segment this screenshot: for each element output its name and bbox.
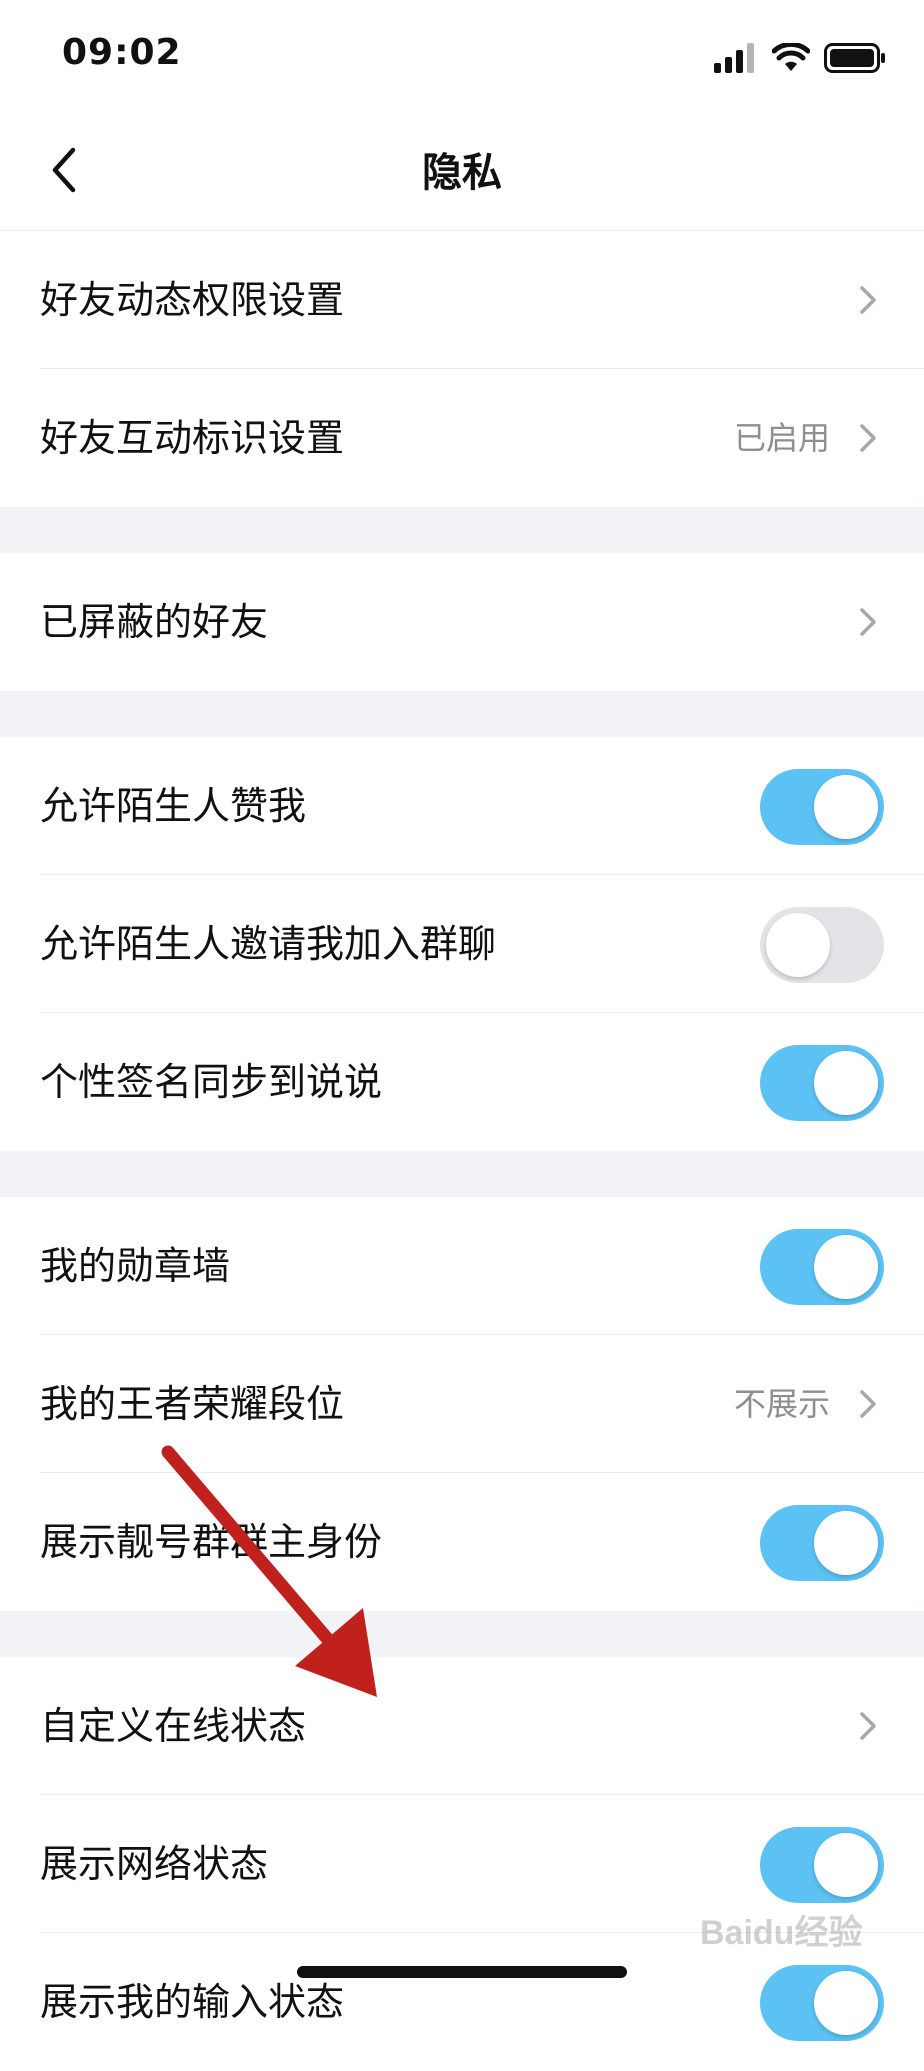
sync-signature-toggle[interactable] bbox=[760, 1045, 884, 1121]
row-label: 展示我的输入状态 bbox=[40, 1980, 345, 2024]
row-label: 允许陌生人邀请我加入群聊 bbox=[40, 922, 497, 966]
row-honor-of-kings-rank[interactable]: 我的王者荣耀段位 不展示 bbox=[0, 1335, 924, 1473]
row-label: 展示网络状态 bbox=[40, 1842, 269, 1886]
status-time: 09:02 bbox=[62, 32, 182, 73]
section-gap bbox=[0, 1151, 924, 1197]
network-status-toggle[interactable] bbox=[760, 1827, 884, 1903]
section-gap bbox=[0, 691, 924, 737]
chevron-right-icon bbox=[860, 424, 876, 452]
row-badge-wall: 我的勋章墙 bbox=[0, 1197, 924, 1335]
row-label: 我的王者荣耀段位 bbox=[40, 1382, 345, 1426]
chevron-right-icon bbox=[860, 608, 876, 636]
row-label: 自定义在线状态 bbox=[40, 1704, 307, 1748]
home-indicator[interactable] bbox=[297, 1966, 627, 1978]
row-show-vip-group-owner: 展示靓号群群主身份 bbox=[0, 1473, 924, 1611]
toggle-knob bbox=[814, 1511, 878, 1575]
status-bar: 09:02 bbox=[0, 0, 924, 110]
row-friend-feed-permissions[interactable]: 好友动态权限设置 bbox=[0, 231, 924, 369]
row-allow-stranger-group-invites: 允许陌生人邀请我加入群聊 bbox=[0, 875, 924, 1013]
row-custom-online-status[interactable]: 自定义在线状态 bbox=[0, 1657, 924, 1795]
toggle-knob bbox=[814, 1051, 878, 1115]
row-sync-signature-to-posts: 个性签名同步到说说 bbox=[0, 1013, 924, 1151]
battery-icon bbox=[824, 43, 885, 73]
row-blocked-friends[interactable]: 已屏蔽的好友 bbox=[0, 553, 924, 691]
vip-group-owner-toggle[interactable] bbox=[760, 1505, 884, 1581]
watermark: Baidu经验 bbox=[700, 1914, 863, 1952]
row-label: 展示靓号群群主身份 bbox=[40, 1520, 383, 1564]
toggle-knob bbox=[814, 1833, 878, 1897]
toggle-knob bbox=[814, 1235, 878, 1299]
row-label: 允许陌生人赞我 bbox=[40, 784, 307, 828]
toggle-knob bbox=[766, 913, 830, 977]
section-gap bbox=[0, 507, 924, 553]
navigation-bar: 隐私 bbox=[0, 110, 924, 231]
signal-icon bbox=[714, 43, 754, 73]
allow-stranger-likes-toggle[interactable] bbox=[760, 769, 884, 845]
section-gap bbox=[0, 1611, 924, 1657]
chevron-right-icon bbox=[860, 286, 876, 314]
row-value: 已启用 bbox=[733, 419, 830, 457]
typing-status-toggle[interactable] bbox=[760, 1965, 884, 2041]
row-allow-stranger-likes: 允许陌生人赞我 bbox=[0, 737, 924, 875]
row-label: 好友动态权限设置 bbox=[40, 278, 345, 322]
row-label: 个性签名同步到说说 bbox=[40, 1060, 383, 1104]
row-label: 已屏蔽的好友 bbox=[40, 600, 269, 644]
toggle-knob bbox=[814, 775, 878, 839]
page-title: 隐私 bbox=[422, 150, 502, 196]
toggle-knob bbox=[814, 1971, 878, 2035]
row-label: 好友互动标识设置 bbox=[40, 416, 345, 460]
allow-stranger-group-invites-toggle[interactable] bbox=[760, 907, 884, 983]
badge-wall-toggle[interactable] bbox=[760, 1229, 884, 1305]
status-icons bbox=[714, 38, 886, 78]
privacy-settings-list: 好友动态权限设置 好友互动标识设置 已启用 已屏蔽的好友 允许陌生人赞我 允许陌… bbox=[0, 231, 924, 2071]
wifi-icon bbox=[772, 43, 810, 71]
chevron-right-icon bbox=[860, 1712, 876, 1740]
chevron-right-icon bbox=[860, 1390, 876, 1418]
row-value: 不展示 bbox=[733, 1385, 830, 1423]
row-friend-interaction-badges[interactable]: 好友互动标识设置 已启用 bbox=[0, 369, 924, 507]
row-label: 我的勋章墙 bbox=[40, 1244, 231, 1288]
